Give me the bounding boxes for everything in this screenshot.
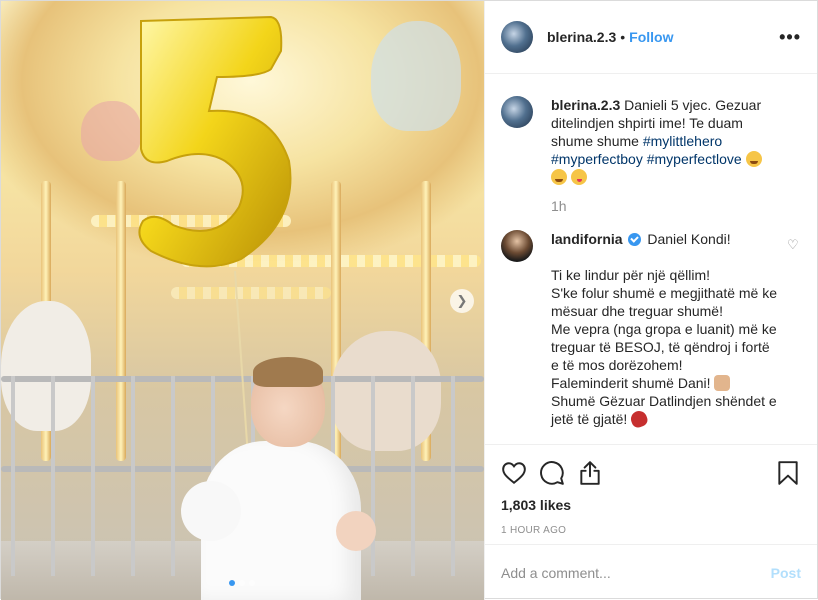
posted-time[interactable]: 1 HOUR AGO xyxy=(501,525,801,536)
kissing-face-emoji-icon xyxy=(570,169,587,185)
comment-line: S'ke folur shumë e megjithatë më ke mësu… xyxy=(551,285,778,319)
comment-icon[interactable] xyxy=(539,460,565,486)
comment-line: Faleminderit shumë Dani! xyxy=(551,375,711,391)
number-balloon: 5 xyxy=(138,15,292,268)
post-photo[interactable]: 5 ❯ xyxy=(1,1,484,600)
smiling-face-emoji-icon xyxy=(551,169,567,185)
post-side-panel: blerina.2.3 • Follow ••• blerina.2.3 Dan… xyxy=(484,1,817,600)
add-comment-bar: Post xyxy=(485,544,817,600)
caption: blerina.2.3 Danieli 5 vjec. Gezuar ditel… xyxy=(501,96,801,186)
carousel-dot[interactable] xyxy=(229,580,235,586)
comment-line: Shumë Gëzuar Datlindjen shëndet e jetë t… xyxy=(551,393,777,427)
more-options-icon[interactable]: ••• xyxy=(779,27,801,48)
comment-line: Me vepra (nga gropa e luanit) më ke treg… xyxy=(551,321,777,373)
heart-icon[interactable] xyxy=(501,460,527,486)
hashtag-link[interactable]: #mylittlehero xyxy=(643,133,722,149)
carousel-lights xyxy=(171,287,331,299)
carousel-dot[interactable] xyxy=(239,580,245,586)
avatar[interactable] xyxy=(501,21,533,53)
hashtag-link[interactable]: #myperfectboy xyxy=(551,151,643,167)
post-header: blerina.2.3 • Follow ••• xyxy=(485,1,817,74)
fist-emoji-icon xyxy=(714,375,731,391)
avatar[interactable] xyxy=(501,230,533,262)
comment-input[interactable] xyxy=(501,564,771,581)
comment: landifornia Daniel Kondi! Ti ke lindur p… xyxy=(501,230,801,430)
owner-username[interactable]: blerina.2.3 xyxy=(547,29,616,45)
verified-badge-icon xyxy=(628,233,642,246)
carousel-decoration xyxy=(371,21,461,131)
balloon-number: 5 xyxy=(211,160,212,162)
post-actions: 1,803 likes 1 HOUR AGO xyxy=(485,444,817,544)
caption-time[interactable]: 1h xyxy=(551,198,801,214)
chevron-right-icon[interactable]: ❯ xyxy=(450,289,474,313)
post-comment-button[interactable]: Post xyxy=(771,565,801,581)
smiling-face-emoji-icon xyxy=(745,151,762,167)
likes-count[interactable]: 1,803 likes xyxy=(501,497,801,513)
comment-username[interactable]: landifornia xyxy=(551,231,623,247)
carousel-dots xyxy=(229,580,255,586)
instagram-post: 5 ❯ blerina.2.3 • Follow ••• blerina.2.3… xyxy=(0,0,818,600)
comment-like-heart-icon[interactable]: ♡ xyxy=(787,238,801,252)
bookmark-icon[interactable] xyxy=(775,460,801,486)
child xyxy=(181,357,376,600)
comment-first-line: Daniel Kondi! xyxy=(647,231,731,247)
follow-button[interactable]: Follow xyxy=(629,29,673,45)
caption-username[interactable]: blerina.2.3 xyxy=(551,97,620,113)
share-icon[interactable] xyxy=(577,460,603,486)
carousel-dot[interactable] xyxy=(249,580,255,586)
avatar[interactable] xyxy=(501,96,533,128)
comments-list: blerina.2.3 Danieli 5 vjec. Gezuar ditel… xyxy=(485,74,817,444)
hashtag-link[interactable]: #myperfectlove xyxy=(647,151,742,167)
hearts-emoji-icon xyxy=(628,408,650,430)
comment-line: Ti ke lindur për një qëllim! xyxy=(551,267,710,283)
separator: • xyxy=(620,29,626,45)
